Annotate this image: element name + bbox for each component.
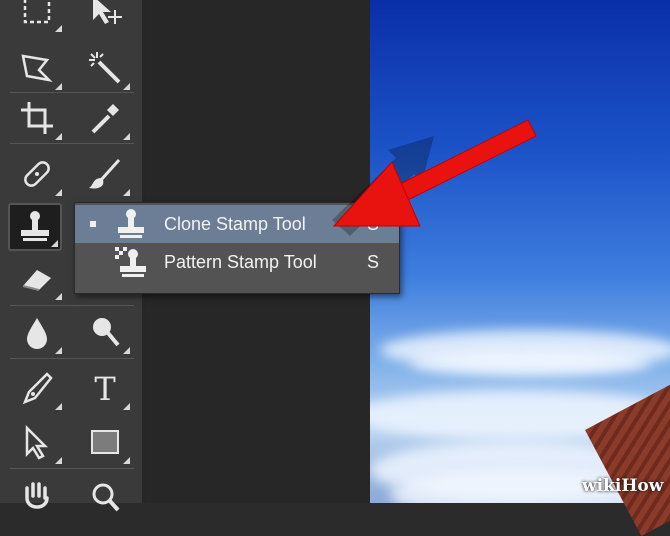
eraser-icon <box>22 270 51 291</box>
crop-tool-button[interactable] <box>10 94 64 142</box>
clone-stamp-tool-button[interactable] <box>8 203 62 251</box>
zoom-icon <box>92 483 120 512</box>
flyout-item-label: Pattern Stamp Tool <box>164 251 317 272</box>
hand-icon <box>25 482 49 509</box>
polygonal-lasso-icon <box>21 54 53 82</box>
bandage-icon <box>24 161 50 187</box>
eyedropper-icon <box>91 104 119 134</box>
flyout-item-label: Clone Stamp Tool <box>164 213 306 234</box>
move-tool-button[interactable] <box>78 0 132 34</box>
wikihow-watermark: wikiHow <box>582 476 664 496</box>
pattern-stamp-icon <box>115 247 146 277</box>
path-selection-tool-button[interactable] <box>10 418 64 466</box>
polygonal-lasso-tool-button[interactable] <box>10 44 64 92</box>
marquee-tool-button[interactable] <box>10 0 64 34</box>
eyedropper-tool-button[interactable] <box>78 94 132 142</box>
crop-icon <box>21 102 53 134</box>
zoom-tool-button[interactable] <box>78 474 132 522</box>
rectangle-tool-button[interactable] <box>78 418 132 466</box>
type-icon: T <box>94 370 116 408</box>
selected-bullet-icon <box>90 221 96 227</box>
marquee-icon <box>23 0 51 24</box>
pen-icon <box>22 372 53 405</box>
dodge-tool-button[interactable] <box>78 308 132 356</box>
type-tool-button[interactable]: T <box>78 364 132 412</box>
clone-stamp-icon <box>118 209 144 238</box>
brush-icon <box>89 158 121 189</box>
path-selection-icon <box>25 424 49 460</box>
move-icon <box>93 0 122 24</box>
hand-tool-button[interactable] <box>10 474 64 522</box>
drop-icon <box>27 318 47 349</box>
svg-text:T: T <box>94 370 116 408</box>
blur-tool-button[interactable] <box>10 308 64 356</box>
red-pointer-arrow-icon <box>332 119 537 236</box>
magic-wand-icon <box>89 52 121 84</box>
stamp-icon <box>21 211 49 241</box>
magic-wand-tool-button[interactable] <box>78 44 132 92</box>
brush-tool-button[interactable] <box>78 150 132 198</box>
spot-healing-brush-tool-button[interactable] <box>10 150 64 198</box>
flyout-item-shortcut: S <box>367 251 380 272</box>
rectangle-icon <box>91 430 119 454</box>
eraser-tool-button[interactable] <box>10 254 64 302</box>
flyout-item-pattern-stamp[interactable]: Pattern Stamp Tool S <box>75 243 399 281</box>
pen-tool-button[interactable] <box>10 364 64 412</box>
dodge-icon <box>93 318 120 347</box>
